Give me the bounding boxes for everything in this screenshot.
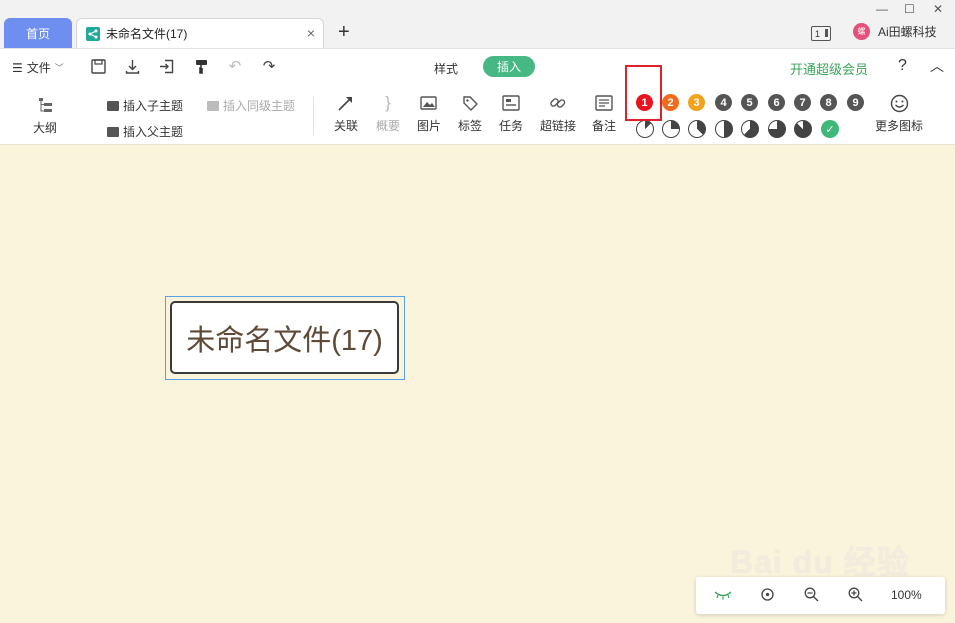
maximize-icon[interactable]: ☐ bbox=[904, 2, 915, 16]
minimize-icon[interactable]: — bbox=[876, 2, 888, 16]
task-icon bbox=[500, 92, 522, 114]
zoom-out-icon[interactable] bbox=[804, 587, 819, 605]
insert-child-button[interactable]: 插入子主题 bbox=[107, 97, 183, 114]
eye-closed-icon[interactable] bbox=[714, 587, 732, 603]
priority-9-icon[interactable]: 9 bbox=[847, 94, 864, 111]
root-topic-selection: 未命名文件(17) bbox=[165, 296, 405, 380]
avatar: 螺 bbox=[853, 23, 870, 40]
tag-label: 标签 bbox=[458, 119, 483, 133]
chevron-down-icon: ﹀ bbox=[54, 63, 64, 73]
summary-button[interactable]: } 概要 bbox=[376, 92, 400, 134]
tag-icon bbox=[459, 92, 481, 114]
outline-icon bbox=[34, 94, 56, 116]
menu-icon: ☰ bbox=[12, 60, 23, 75]
insert-parent-icon bbox=[107, 126, 119, 137]
root-topic[interactable]: 未命名文件(17) bbox=[170, 301, 399, 374]
note-button[interactable]: 备注 bbox=[592, 92, 616, 134]
highlight-annotation-box bbox=[625, 65, 662, 121]
insert-sibling-label: 插入同级主题 bbox=[223, 99, 296, 113]
progress-done-icon[interactable]: ✓ bbox=[821, 120, 839, 138]
import-icon[interactable] bbox=[158, 59, 174, 75]
tab-insert[interactable]: 插入 bbox=[483, 56, 535, 77]
insert-parent-button[interactable]: 插入父主题 bbox=[107, 123, 183, 140]
progress-6-icon[interactable] bbox=[768, 120, 786, 138]
priority-4-icon[interactable]: 4 bbox=[715, 94, 732, 111]
save-icon[interactable] bbox=[90, 59, 106, 75]
progress-4-icon[interactable] bbox=[715, 120, 733, 138]
progress-7-icon[interactable] bbox=[794, 120, 812, 138]
format-painter-icon[interactable] bbox=[193, 59, 209, 75]
tag-button[interactable]: 标签 bbox=[458, 92, 482, 134]
relation-label: 关联 bbox=[334, 119, 359, 133]
brace-icon: } bbox=[385, 93, 391, 112]
title-bar: 首页 未命名文件(17) × + — ☐ ✕ 1 螺 Ai田螺科技 bbox=[0, 0, 955, 48]
arrow-icon bbox=[335, 92, 357, 114]
mindmap-file-icon bbox=[86, 26, 100, 41]
progress-1-icon[interactable] bbox=[636, 120, 654, 138]
layout-toggle-icon[interactable]: 1 bbox=[811, 26, 831, 41]
hyperlink-button[interactable]: 超链接 bbox=[540, 92, 576, 134]
toolbar: ☰ 文件 ﹀ ↶ ↷ 样式 插入 开通超级会员 ? ︿ 大纲 插入子主题 插入同… bbox=[0, 48, 955, 145]
toolbar-row-top: ☰ 文件 ﹀ ↶ ↷ 样式 插入 开通超级会员 ? ︿ bbox=[0, 49, 955, 85]
help-icon[interactable]: ? bbox=[898, 57, 907, 75]
priority-6-icon[interactable]: 6 bbox=[768, 94, 785, 111]
file-menu[interactable]: ☰ 文件 ﹀ bbox=[12, 59, 64, 76]
window-close-icon[interactable]: ✕ bbox=[933, 2, 943, 16]
insert-sibling-button[interactable]: 插入同级主题 bbox=[207, 97, 295, 114]
smiley-icon bbox=[888, 92, 910, 114]
tab-document[interactable]: 未命名文件(17) × bbox=[76, 18, 324, 48]
close-tab-icon[interactable]: × bbox=[307, 26, 315, 40]
download-icon[interactable] bbox=[124, 59, 140, 75]
outline-button[interactable]: 大纲 bbox=[33, 94, 57, 136]
image-label: 图片 bbox=[417, 119, 442, 133]
more-icons-button[interactable]: 更多图标 bbox=[875, 92, 923, 134]
redo-icon[interactable]: ↷ bbox=[261, 59, 277, 75]
fit-view-icon[interactable] bbox=[760, 587, 775, 605]
note-icon bbox=[593, 92, 615, 114]
collapse-ribbon-icon[interactable]: ︿ bbox=[930, 56, 944, 76]
relation-button[interactable]: 关联 bbox=[334, 92, 358, 134]
toolbar-divider bbox=[313, 97, 314, 135]
image-button[interactable]: 图片 bbox=[417, 92, 441, 134]
tab-style[interactable]: 样式 bbox=[434, 60, 458, 77]
user-name: Ai田螺科技 bbox=[878, 25, 937, 39]
image-icon bbox=[418, 92, 440, 114]
zoom-bar: 100% bbox=[696, 577, 945, 614]
tab-document-label: 未命名文件(17) bbox=[106, 27, 188, 41]
hyperlink-label: 超链接 bbox=[540, 119, 577, 133]
task-label: 任务 bbox=[499, 119, 524, 133]
zoom-level[interactable]: 100% bbox=[891, 588, 922, 602]
mindmap-canvas[interactable]: 未命名文件(17) bbox=[0, 145, 955, 623]
file-menu-label: 文件 bbox=[26, 61, 51, 75]
priority-3-icon[interactable]: 3 bbox=[688, 94, 705, 111]
user-account[interactable]: 螺 Ai田螺科技 bbox=[853, 23, 937, 40]
priority-8-icon[interactable]: 8 bbox=[820, 94, 837, 111]
note-label: 备注 bbox=[592, 119, 617, 133]
summary-label: 概要 bbox=[376, 119, 401, 133]
insert-sibling-icon bbox=[207, 100, 219, 111]
link-icon bbox=[547, 92, 569, 114]
vip-link[interactable]: 开通超级会员 bbox=[790, 59, 868, 78]
tab-home[interactable]: 首页 bbox=[4, 18, 72, 48]
priority-7-icon[interactable]: 7 bbox=[794, 94, 811, 111]
progress-3-icon[interactable] bbox=[688, 120, 706, 138]
zoom-in-icon[interactable] bbox=[848, 587, 863, 605]
add-tab-icon[interactable]: + bbox=[338, 22, 350, 42]
priority-5-icon[interactable]: 5 bbox=[741, 94, 758, 111]
insert-child-icon bbox=[107, 100, 119, 111]
insert-child-label: 插入子主题 bbox=[123, 99, 184, 113]
progress-2-icon[interactable] bbox=[662, 120, 680, 138]
task-button[interactable]: 任务 bbox=[499, 92, 523, 134]
progress-5-icon[interactable] bbox=[741, 120, 759, 138]
insert-parent-label: 插入父主题 bbox=[123, 125, 184, 139]
more-icons-label: 更多图标 bbox=[875, 119, 924, 133]
undo-icon[interactable]: ↶ bbox=[227, 59, 243, 75]
outline-label: 大纲 bbox=[33, 121, 58, 135]
priority-2-icon[interactable]: 2 bbox=[662, 94, 679, 111]
